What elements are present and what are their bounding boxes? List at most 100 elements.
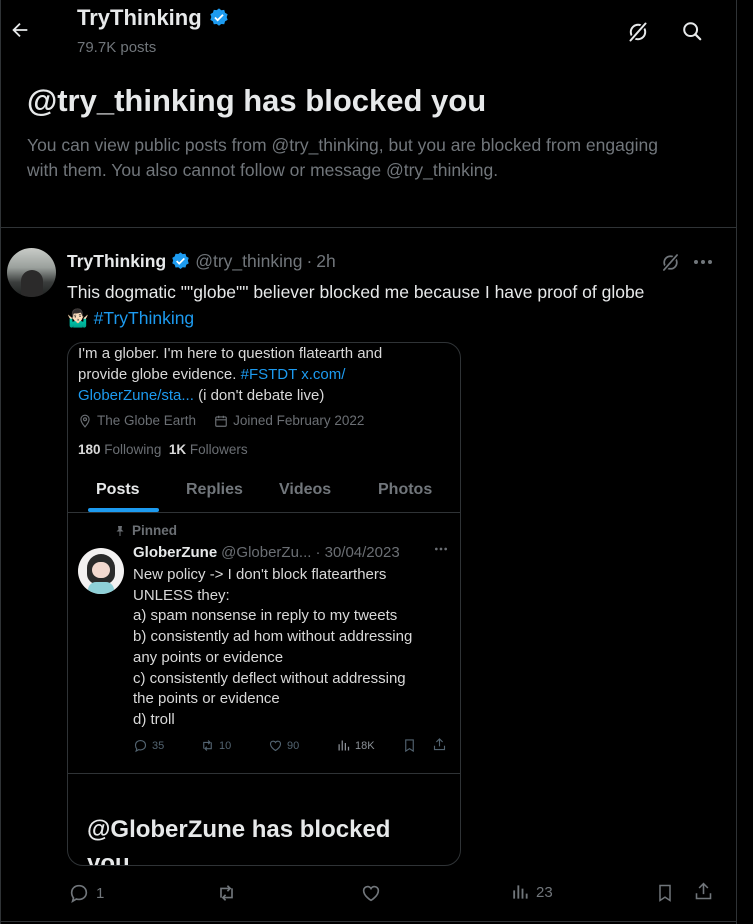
embedded-share bbox=[432, 737, 447, 752]
post-text: This dogmatic ""globe"" believer blocked… bbox=[67, 282, 645, 302]
reply-count: 1 bbox=[96, 884, 105, 902]
back-button[interactable] bbox=[4, 14, 36, 46]
post-header: TryThinking @try_thinking · 2h bbox=[67, 251, 336, 272]
repost-button[interactable] bbox=[215, 882, 244, 904]
header-title-row: TryThinking bbox=[77, 5, 230, 31]
calendar-icon bbox=[215, 415, 227, 427]
grok-icon bbox=[628, 21, 648, 43]
embedded-reply-count: 35 bbox=[152, 739, 165, 752]
embedded-post-line: a) spam nonsense in reply to my tweets bbox=[133, 607, 398, 625]
header-title: TryThinking bbox=[77, 5, 202, 30]
reply-button[interactable]: 1 bbox=[68, 882, 104, 904]
post-timestamp[interactable]: 2h bbox=[316, 251, 335, 272]
post-emoji: 🤷🏻‍♂️ bbox=[67, 308, 89, 328]
embedded-pinned: Pinned bbox=[114, 523, 177, 538]
post-author-handle[interactable]: @try_thinking bbox=[195, 251, 302, 272]
embedded-tab-posts: Posts bbox=[96, 481, 140, 498]
bookmark-icon bbox=[405, 739, 414, 753]
blocked-description: You can view public posts from @try_thin… bbox=[27, 135, 658, 180]
share-icon bbox=[695, 882, 712, 900]
embedded-followers-label: Followers bbox=[189, 442, 248, 457]
grok-icon bbox=[661, 252, 679, 272]
bookmark-button[interactable] bbox=[655, 882, 675, 904]
embedded-followers-count: 1K bbox=[168, 442, 187, 457]
embedded-post-handle: @GloberZu... bbox=[221, 544, 312, 561]
column-border-right bbox=[736, 0, 737, 924]
embedded-joined: Joined February 2022 bbox=[233, 413, 365, 428]
header-post-count: 79.7K posts bbox=[77, 39, 157, 56]
post-author-name[interactable]: TryThinking bbox=[67, 251, 166, 272]
views-button[interactable]: 23 bbox=[510, 882, 553, 902]
section-divider bbox=[0, 227, 736, 228]
embedded-post-header: GloberZune @GloberZu... · 30/04/2023 bbox=[133, 544, 400, 561]
like-button[interactable] bbox=[360, 882, 388, 904]
like-icon bbox=[269, 740, 282, 752]
embedded-views-count: 18K bbox=[355, 739, 375, 752]
repost-icon bbox=[203, 740, 212, 751]
embedded-bio-link1: #FSTDT x.com/ bbox=[240, 366, 346, 383]
post-avatar[interactable] bbox=[7, 248, 56, 297]
repost-icon bbox=[220, 885, 233, 901]
embedded-bio: I'm a glober. I'm here to question flate… bbox=[78, 343, 458, 406]
embedded-post-line: c) consistently deflect without addressi… bbox=[133, 669, 406, 687]
pin-icon bbox=[116, 525, 124, 536]
embedded-pinned-label: Pinned bbox=[132, 523, 178, 538]
reply-icon bbox=[70, 884, 88, 903]
embedded-blocked-banner: @GloberZune has blocked you bbox=[87, 816, 391, 866]
embedded-bio-link2: GloberZune/sta... bbox=[78, 387, 194, 404]
embedded-like-count: 90 bbox=[287, 739, 300, 752]
embedded-post-line: any points or evidence bbox=[133, 648, 284, 666]
post-body: This dogmatic ""globe"" believer blocked… bbox=[67, 279, 717, 331]
embedded-avatar bbox=[78, 548, 124, 594]
verified-badge-icon bbox=[172, 252, 189, 269]
embedded-bookmark bbox=[402, 738, 417, 753]
column-border-left bbox=[0, 0, 1, 924]
share-button[interactable] bbox=[693, 881, 714, 902]
embedded-like-action: 90 bbox=[268, 738, 299, 753]
post-grok-button[interactable] bbox=[657, 249, 683, 275]
verified-badge-icon bbox=[210, 8, 228, 26]
embedded-post-body: New policy -> I don't block flatearthers… bbox=[133, 565, 453, 731]
blocked-title: @try_thinking has blocked you bbox=[27, 83, 487, 118]
embedded-views-action: 18K bbox=[336, 738, 375, 753]
embedded-reply-action: 35 bbox=[133, 738, 164, 753]
search-icon bbox=[683, 22, 702, 41]
embedded-tab-replies: Replies bbox=[186, 481, 243, 498]
embedded-post-date: · 30/04/2023 bbox=[315, 544, 400, 561]
embedded-tab-photos: Photos bbox=[378, 481, 433, 498]
search-button[interactable] bbox=[676, 15, 708, 47]
share-icon bbox=[433, 738, 446, 751]
post-more-button[interactable] bbox=[690, 250, 716, 274]
embedded-bio-line3: (i don't debate live) bbox=[193, 387, 325, 404]
reply-icon bbox=[134, 739, 147, 753]
embedded-tab-divider bbox=[68, 512, 460, 513]
embedded-following-label: Following bbox=[104, 442, 162, 457]
embedded-meta: The Globe Earth Joined February 2022 bbox=[78, 413, 364, 428]
views-count: 23 bbox=[536, 883, 553, 901]
post-hashtag[interactable]: #TryThinking bbox=[94, 308, 195, 328]
embedded-post-line: UNLESS they: bbox=[133, 586, 230, 604]
grok-button[interactable] bbox=[622, 16, 654, 48]
embedded-post-line: the points or evidence bbox=[133, 690, 280, 708]
views-icon bbox=[338, 740, 350, 751]
post-image[interactable]: I'm a glober. I'm here to question flate… bbox=[67, 342, 461, 866]
views-icon bbox=[513, 885, 528, 899]
embedded-bio-line1: I'm a glober. I'm here to question flate… bbox=[78, 345, 383, 362]
more-icon bbox=[694, 260, 712, 264]
embedded-bio-line2: provide globe evidence. bbox=[78, 366, 241, 383]
embedded-post-more bbox=[434, 547, 448, 551]
embedded-post-line: New policy -> I don't block flatearthers bbox=[133, 566, 387, 583]
more-icon bbox=[435, 547, 447, 551]
embedded-follow-counts: 180 Following 1K Followers bbox=[78, 442, 248, 457]
embedded-post-line: b) consistently ad hom without addressin… bbox=[133, 628, 413, 646]
embedded-post-divider bbox=[68, 773, 460, 774]
embedded-post-name: GloberZune bbox=[133, 544, 218, 561]
embedded-tab-videos: Videos bbox=[279, 481, 332, 498]
location-icon bbox=[80, 414, 90, 428]
like-icon bbox=[362, 885, 380, 902]
post-bottom-divider bbox=[0, 921, 736, 922]
embedded-location: The Globe Earth bbox=[97, 413, 197, 428]
post-separator: · bbox=[306, 251, 313, 271]
embedded-repost-count: 10 bbox=[219, 739, 232, 752]
embedded-following-count: 180 bbox=[78, 442, 101, 457]
